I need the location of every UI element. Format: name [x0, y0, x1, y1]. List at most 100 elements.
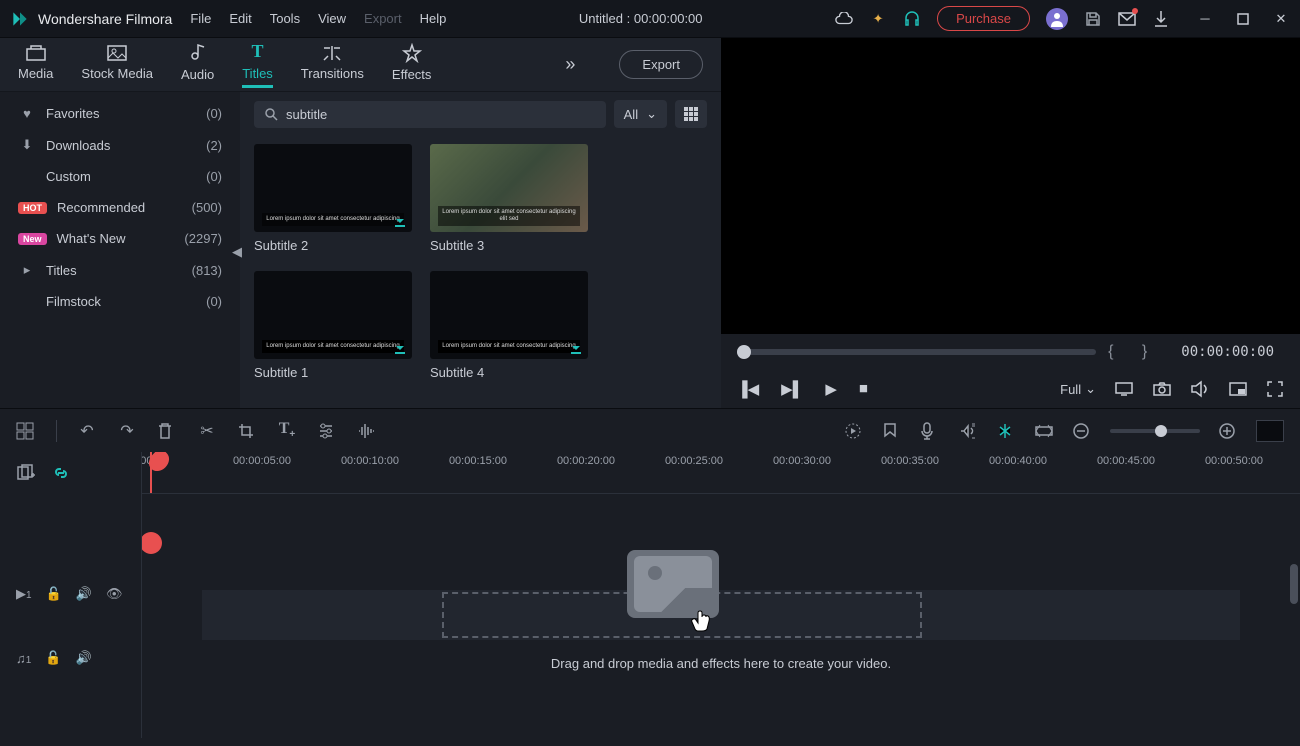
menu-edit[interactable]: Edit: [229, 11, 251, 26]
download-list-icon: ⬇: [18, 137, 36, 153]
tracks-area[interactable]: Drag and drop media and effects here to …: [142, 494, 1300, 738]
close-button[interactable]: ✕: [1272, 10, 1290, 28]
menu-export[interactable]: Export: [364, 11, 402, 26]
zoom-out-button[interactable]: [1072, 422, 1092, 440]
asset-thumbnail[interactable]: Lorem ipsum dolor sit amet consectetur a…: [254, 271, 412, 380]
search-box[interactable]: [254, 101, 606, 128]
filter-label: All: [624, 107, 638, 122]
redo-button[interactable]: ↷: [117, 421, 137, 441]
lock-icon[interactable]: 🔓: [46, 586, 62, 602]
tab-stock-media[interactable]: Stock Media: [81, 44, 153, 85]
tab-effects[interactable]: Effects: [392, 43, 432, 86]
visibility-icon[interactable]: 👁: [106, 586, 123, 602]
link-icon[interactable]: [52, 464, 70, 482]
audio-wave-icon[interactable]: [357, 422, 377, 440]
maximize-button[interactable]: [1234, 10, 1252, 28]
sidebar-item-downloads[interactable]: ⬇Downloads (2): [0, 129, 240, 161]
download-asset-icon[interactable]: [392, 339, 408, 355]
snapshot-icon[interactable]: [1152, 381, 1172, 397]
filter-dropdown[interactable]: All⌄: [614, 100, 667, 128]
asset-thumbnail[interactable]: Lorem ipsum dolor sit amet consectetur a…: [430, 144, 588, 253]
snap-icon[interactable]: [996, 422, 1016, 440]
collapse-sidebar-handle[interactable]: ◀: [232, 244, 242, 260]
menu-file[interactable]: File: [190, 11, 211, 26]
sidebar-item-count: (0): [206, 294, 222, 309]
menu-view[interactable]: View: [318, 11, 346, 26]
zoom-handle[interactable]: [1155, 425, 1167, 437]
timeline-ruler[interactable]: 00:0000:00:05:0000:00:10:0000:00:15:0000…: [142, 452, 1300, 494]
text-add-icon[interactable]: T+: [277, 420, 297, 440]
mute-track-icon[interactable]: 🔊: [76, 586, 92, 602]
play-button[interactable]: ▶: [825, 380, 837, 398]
zoom-slider[interactable]: [1110, 429, 1200, 433]
sidebar-item-label: Custom: [46, 169, 91, 184]
save-icon[interactable]: [1084, 10, 1102, 28]
drop-hint-text: Drag and drop media and effects here to …: [142, 656, 1300, 671]
voiceover-icon[interactable]: [920, 421, 940, 441]
export-button[interactable]: Export: [619, 50, 703, 79]
download-asset-icon[interactable]: [568, 339, 584, 355]
download-icon[interactable]: [1152, 10, 1170, 28]
asset-thumbnail[interactable]: Lorem ipsum dolor sit amet consectetur a…: [430, 271, 588, 380]
search-input[interactable]: [286, 107, 596, 122]
pip-icon[interactable]: [1228, 381, 1248, 397]
audio-mixer-icon[interactable]: [958, 422, 978, 440]
scrub-handle[interactable]: [737, 345, 751, 359]
step-back-button[interactable]: ▶▌: [781, 380, 803, 398]
sidebar-item-custom[interactable]: Custom (0): [0, 161, 240, 192]
stop-button[interactable]: ■: [859, 380, 868, 398]
timeline-swatch[interactable]: [1256, 420, 1284, 442]
render-icon[interactable]: [844, 422, 864, 440]
preview-viewport[interactable]: [721, 38, 1300, 334]
playhead[interactable]: [150, 452, 152, 493]
video-track-header[interactable]: ▶1 🔓 🔊 👁: [0, 570, 141, 618]
adjust-icon[interactable]: [317, 422, 337, 440]
purchase-button[interactable]: Purchase: [937, 6, 1030, 31]
search-icon: [264, 107, 278, 121]
mute-track-icon[interactable]: 🔊: [76, 650, 92, 666]
display-icon[interactable]: [1114, 381, 1134, 397]
ripple-icon[interactable]: [1034, 424, 1054, 438]
cloud-icon[interactable]: [835, 10, 853, 28]
user-avatar[interactable]: [1046, 8, 1068, 30]
menu-help[interactable]: Help: [420, 11, 447, 26]
tab-audio[interactable]: Audio: [181, 43, 214, 86]
audio-track-header[interactable]: ♫1 🔓 🔊: [0, 634, 141, 682]
crop-icon[interactable]: [237, 422, 257, 440]
add-track-icon[interactable]: [16, 464, 36, 482]
tab-transitions[interactable]: Transitions: [301, 44, 364, 85]
mail-icon[interactable]: [1118, 10, 1136, 28]
vertical-scrollbar[interactable]: [1290, 564, 1298, 604]
split-button[interactable]: ✂: [197, 421, 217, 441]
download-asset-icon[interactable]: [392, 212, 408, 228]
minimize-button[interactable]: ─: [1196, 10, 1214, 28]
mute-icon[interactable]: [1190, 380, 1210, 398]
sidebar-item-titles[interactable]: ▸Titles (813): [0, 254, 240, 286]
view-grid-button[interactable]: [675, 100, 707, 128]
layout-icon[interactable]: [16, 422, 36, 440]
marker-icon[interactable]: [882, 422, 902, 440]
tab-media[interactable]: Media: [18, 44, 53, 85]
fullscreen-icon[interactable]: [1266, 380, 1284, 398]
asset-thumbnail[interactable]: Lorem ipsum dolor sit amet consectetur a…: [254, 144, 412, 253]
tab-titles[interactable]: TTitles: [242, 41, 273, 88]
expand-icon[interactable]: »: [565, 54, 575, 75]
headphones-icon[interactable]: [903, 10, 921, 28]
sidebar-item-filmstock[interactable]: Filmstock (0): [0, 286, 240, 317]
preview-quality-dropdown[interactable]: Full⌄: [1060, 381, 1096, 397]
undo-button[interactable]: ↶: [77, 421, 97, 441]
sidebar-item-label: What's New: [57, 231, 126, 246]
sidebar-item-recommended[interactable]: HOTRecommended (500): [0, 192, 240, 223]
zoom-in-button[interactable]: [1218, 422, 1238, 440]
sidebar-item-whatsnew[interactable]: NewWhat's New (2297): [0, 223, 240, 254]
preview-scrubber[interactable]: [737, 349, 1096, 355]
lock-icon[interactable]: 🔓: [45, 650, 61, 666]
tab-audio-label: Audio: [181, 67, 214, 82]
sidebar-item-favorites[interactable]: ♥Favorites (0): [0, 98, 240, 129]
delete-button[interactable]: [157, 422, 177, 440]
sidebar-item-label: Titles: [46, 263, 77, 278]
lightbulb-icon[interactable]: ✦: [869, 10, 887, 28]
prev-frame-button[interactable]: ▐◀: [737, 380, 759, 398]
in-out-brackets[interactable]: { }: [1108, 343, 1159, 361]
menu-tools[interactable]: Tools: [270, 11, 300, 26]
